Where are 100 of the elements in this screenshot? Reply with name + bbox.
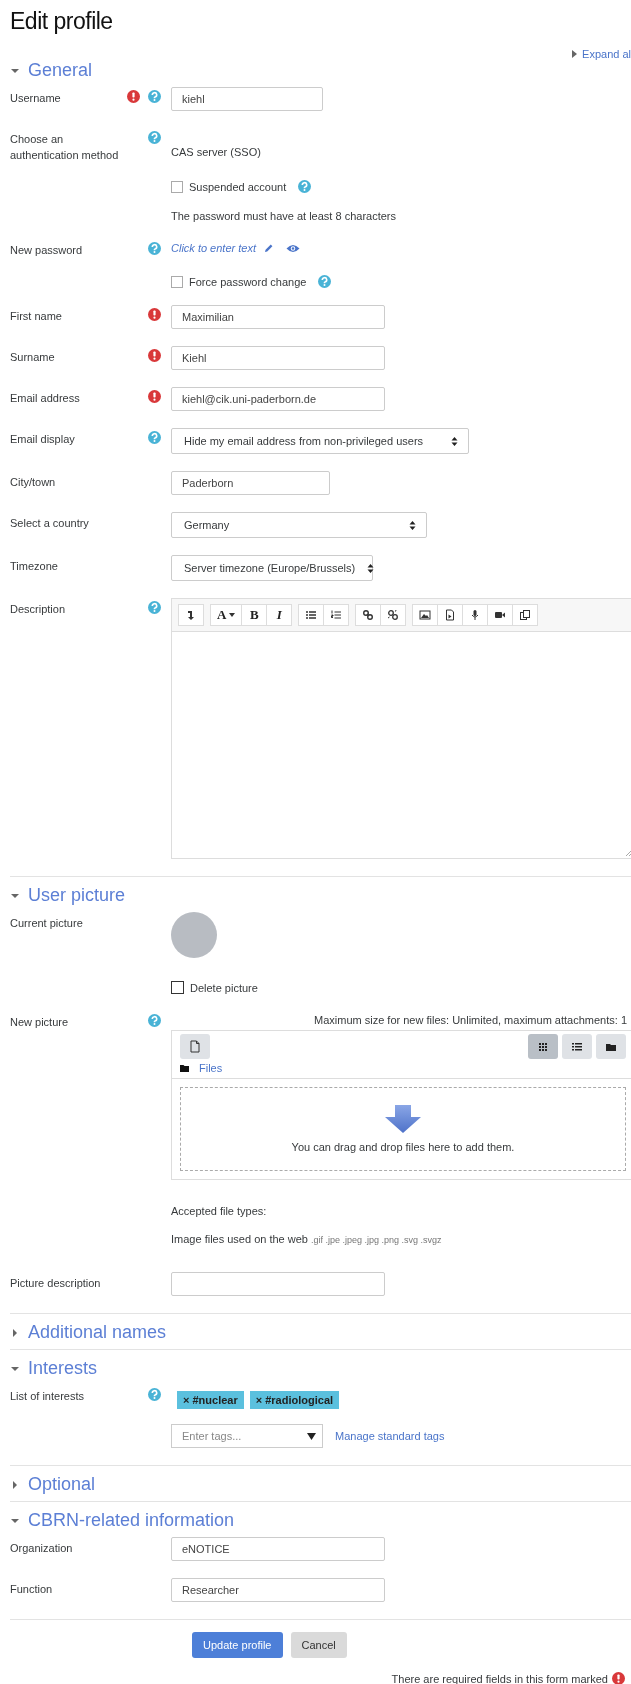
copy-button[interactable] [513, 604, 539, 626]
select-arrows-icon [409, 519, 416, 531]
unlink-icon [387, 609, 400, 621]
media-button[interactable] [438, 604, 464, 626]
cancel-button[interactable]: Cancel [290, 1632, 347, 1658]
select-arrows-icon [451, 435, 458, 447]
italic-button[interactable]: I [267, 604, 293, 626]
field-label: Surname [10, 350, 56, 365]
bold-button[interactable]: B [242, 604, 268, 626]
text-field[interactable]: kiehl@cik.uni-paderborn.de [171, 387, 385, 411]
field-label: Email display [10, 432, 76, 447]
section-header[interactable]: Optional [10, 1466, 96, 1501]
collapse-button[interactable] [178, 604, 204, 626]
video-icon [494, 609, 507, 621]
text-field[interactable]: eNOTICE [171, 1537, 385, 1561]
required-fields-note: There are required fields in this form marked [391, 1672, 608, 1684]
photo-placeholder [171, 912, 217, 958]
drop-hint-text: You can drag and drop files here to add them. [291, 1141, 515, 1153]
dropdown-select[interactable]: Server timezone (Europe/Brussels) [171, 555, 373, 581]
text-field[interactable]: Maximilian [171, 305, 385, 329]
file-icon [189, 1040, 201, 1053]
file-types-text: Image files used on the web .gif .jpe .jpeg .jpg .png .svg .svgz [171, 1233, 443, 1245]
field-label: Timezone [10, 559, 59, 574]
field-label: City/town [10, 475, 57, 490]
copy-icon [519, 609, 532, 621]
folder-view-button[interactable] [596, 1034, 626, 1059]
field-label: New picture [10, 1015, 70, 1030]
video-button[interactable] [488, 604, 514, 626]
collapse-icon [185, 609, 197, 621]
add-file-button[interactable] [180, 1034, 210, 1059]
help-icon[interactable] [148, 431, 161, 444]
expand-all-link[interactable]: Expand al [572, 48, 631, 60]
field-label: Organization [10, 1541, 74, 1556]
text-field[interactable]: Kiehl [171, 346, 385, 370]
link-button[interactable] [355, 604, 382, 626]
help-icon[interactable] [148, 1388, 161, 1401]
help-icon[interactable] [148, 242, 161, 255]
grid-view-button[interactable] [528, 1034, 558, 1059]
required-icon [612, 1672, 625, 1684]
caret-icon [572, 50, 578, 58]
field-label: Picture description [10, 1276, 102, 1291]
image-button[interactable] [412, 604, 439, 626]
field-label: Username [10, 91, 62, 106]
dropdown-select[interactable]: Germany [171, 512, 427, 538]
text-field[interactable]: Researcher [171, 1578, 385, 1602]
resize-grip-icon[interactable] [625, 849, 631, 856]
text-field[interactable]: Paderborn [171, 471, 330, 495]
font-style-button[interactable]: A [210, 604, 243, 626]
field-label: Function [10, 1582, 54, 1597]
update-profile-button[interactable]: Update profile [192, 1632, 283, 1658]
text-editor[interactable]: A B I [171, 598, 631, 859]
help-icon[interactable] [298, 180, 312, 193]
select-arrows-icon [367, 562, 375, 574]
max-size-text: Maximum size for new files: Unlimited, maximum attachments: 1 [313, 1014, 627, 1026]
pencil-icon[interactable] [264, 243, 274, 253]
help-icon[interactable] [148, 1014, 161, 1027]
link-icon [362, 609, 375, 621]
help-icon[interactable] [148, 90, 161, 103]
section-header[interactable]: User picture [10, 877, 126, 912]
manage-tags-link[interactable]: Manage standard tags [335, 1430, 445, 1442]
grid-view-icon [537, 1040, 549, 1053]
checkbox-label[interactable]: Suspended account [189, 180, 287, 193]
dropdown-select[interactable]: Hide my email address from non-privileged users [171, 428, 469, 454]
checkbox-label[interactable]: Force password change [189, 275, 307, 288]
drop-zone[interactable]: You can drag and drop files here to add them. [180, 1087, 626, 1171]
image-icon [419, 609, 432, 621]
text-field[interactable]: kiehl [171, 87, 323, 111]
help-icon[interactable] [318, 275, 332, 288]
auth-method-text: CAS server (SSO) [171, 145, 262, 158]
folder-icon [180, 1064, 189, 1072]
help-icon[interactable] [148, 131, 161, 144]
checkbox-label[interactable]: Delete picture [190, 981, 258, 994]
field-label: First name [10, 309, 63, 324]
field-label: Description [10, 602, 67, 617]
tag-chip[interactable]: × #nuclear [177, 1391, 244, 1409]
section-header[interactable]: Additional names [10, 1314, 167, 1349]
page-title: Edit profile [10, 7, 113, 36]
checkbox[interactable] [171, 180, 183, 193]
section-header[interactable]: General [10, 60, 93, 87]
checkbox[interactable] [171, 981, 184, 994]
accepted-types-heading: Accepted file types: [171, 1205, 268, 1217]
tags-field[interactable]: Enter tags... [171, 1424, 323, 1448]
microphone-button[interactable] [463, 604, 489, 626]
unlink-button[interactable] [381, 604, 407, 626]
help-icon[interactable] [148, 601, 161, 614]
bullet-list-button[interactable] [298, 604, 325, 626]
section-header[interactable]: Interests [10, 1350, 98, 1385]
enter-text-link[interactable]: Click to enter text [171, 242, 256, 254]
field-label: Choose an authentication method [10, 132, 120, 163]
files-link[interactable]: Files [199, 1062, 223, 1074]
password-rule-text: The password must have at least 8 characters [171, 210, 397, 222]
text-field[interactable] [171, 1272, 385, 1296]
list-view-button[interactable] [562, 1034, 592, 1059]
eye-icon[interactable] [286, 243, 300, 253]
tag-chip[interactable]: × #radiological [249, 1391, 340, 1409]
media-icon [444, 609, 457, 621]
field-label: List of interests [10, 1389, 85, 1404]
checkbox[interactable] [171, 275, 183, 288]
numbered-list-button[interactable] [324, 604, 350, 626]
section-header[interactable]: CBRN-related information [10, 1502, 235, 1537]
